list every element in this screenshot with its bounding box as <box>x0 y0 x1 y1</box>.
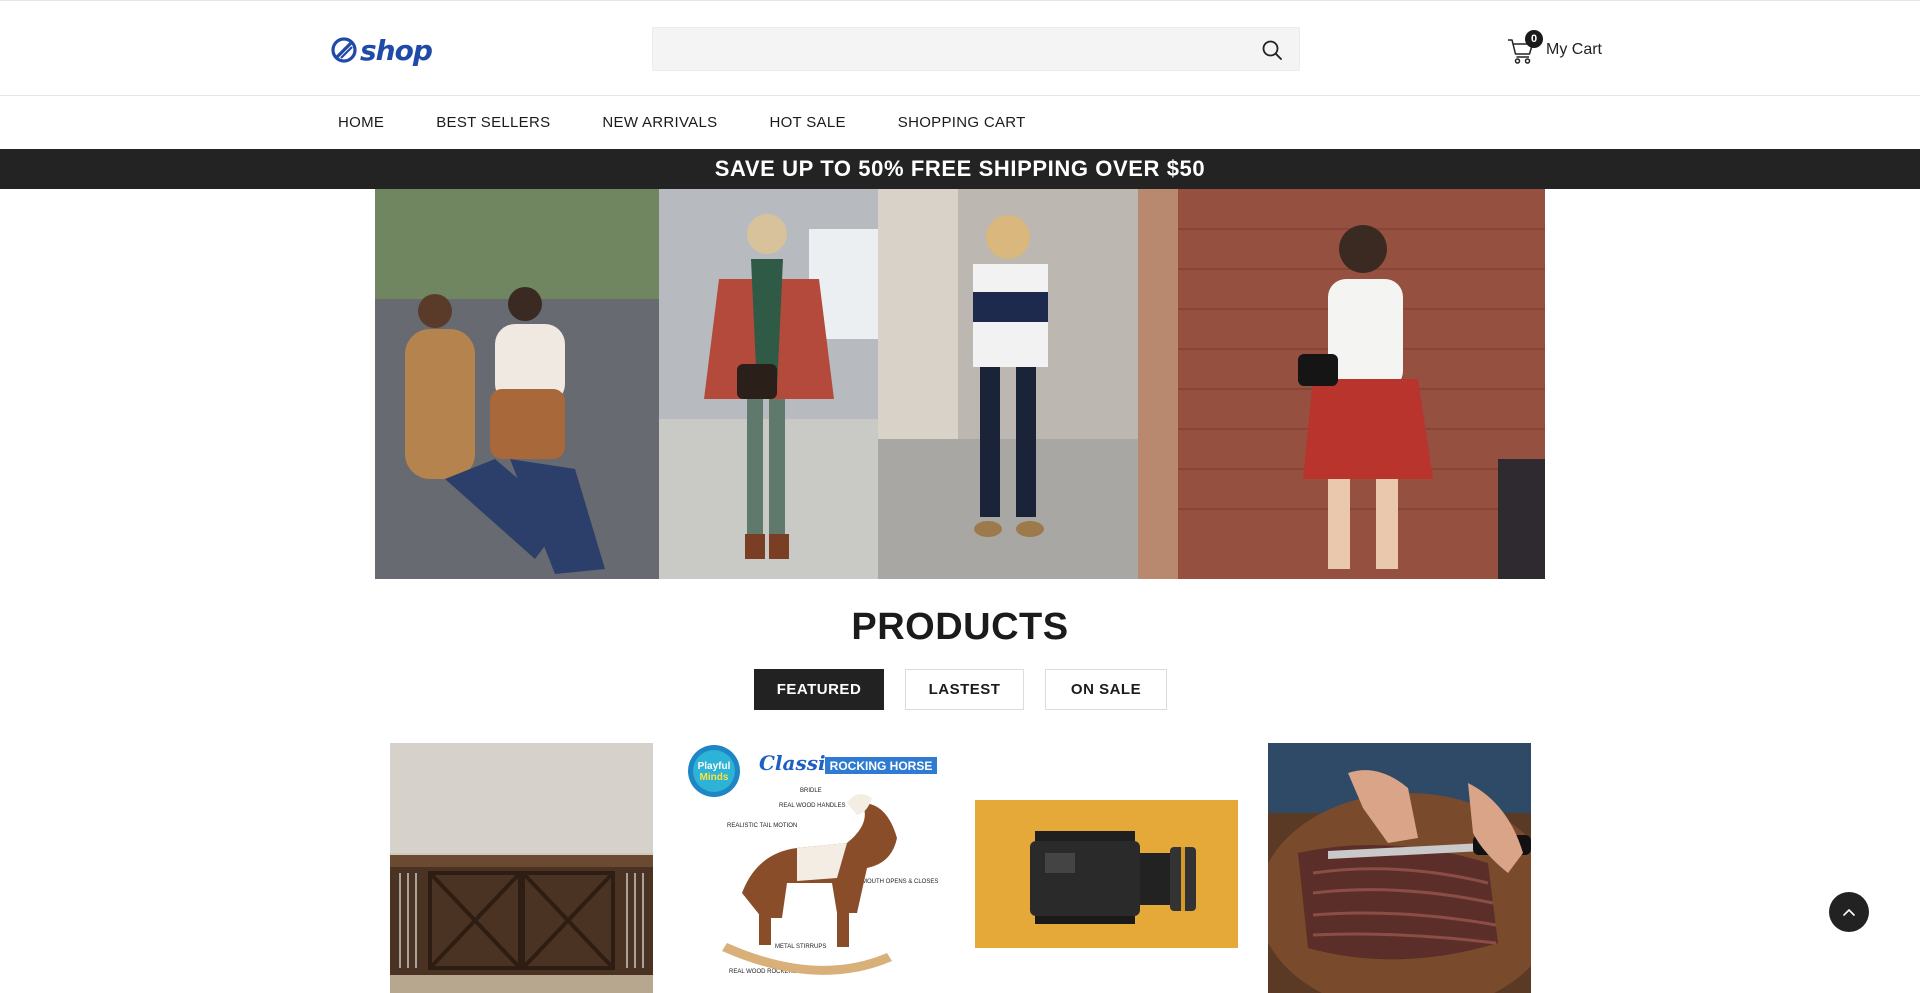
cart-count-badge: 0 <box>1525 30 1543 48</box>
tab-featured[interactable]: FEATURED <box>754 669 884 710</box>
banner-photo-4-art <box>1138 189 1545 579</box>
logo-mark-icon <box>331 37 357 63</box>
scroll-to-top-button[interactable] <box>1829 892 1869 932</box>
callout-mouth: MOUTH OPENS & CLOSES <box>862 879 938 885</box>
callout-tail: REALISTIC TAIL MOTION <box>727 823 797 829</box>
product-image-cinema-camera <box>975 743 1238 993</box>
headline-caps: ROCKING HORSE <box>830 759 933 773</box>
product-card-knife-meat[interactable] <box>1268 743 1531 993</box>
product-card-cabinet[interactable] <box>390 743 653 993</box>
banner-photo-2-art <box>659 189 878 579</box>
callout-handles: REAL WOOD HANDLES <box>779 803 845 809</box>
hero-banner[interactable] <box>375 189 1545 579</box>
search-icon[interactable] <box>1261 39 1283 61</box>
nav-item-hot-sale[interactable]: HOT SALE <box>769 114 845 131</box>
product-image-rocking-horse: Playful Minds Classic ROCKING HORSE BRID… <box>687 743 950 993</box>
products-title: PRODUCTS <box>851 606 1069 648</box>
banner-photo-plaid-poncho <box>659 189 878 579</box>
cart-button[interactable]: 0 My Cart <box>1506 30 1602 67</box>
search-bar <box>652 27 1300 71</box>
product-card-rocking-horse[interactable]: Playful Minds Classic ROCKING HORSE BRID… <box>687 743 950 993</box>
brand-line-2: Minds <box>700 772 729 783</box>
tab-on-sale[interactable]: ON SALE <box>1045 669 1167 710</box>
tab-lastest[interactable]: LASTEST <box>905 669 1024 710</box>
nav-item-best-sellers[interactable]: BEST SELLERS <box>436 114 550 131</box>
banner-photo-brick-wall <box>1138 189 1545 579</box>
nav-item-home[interactable]: HOME <box>338 114 384 131</box>
cart-icon-wrap: 0 <box>1506 30 1543 65</box>
logo-text: shop <box>360 33 433 67</box>
callout-stirrups: METAL STIRRUPS <box>775 944 826 950</box>
banner-photo-striped-tee <box>878 189 1138 579</box>
banner-photo-1-art <box>375 189 659 579</box>
site-logo[interactable]: shop <box>330 33 433 67</box>
promo-text: SAVE UP TO 50% FREE SHIPPING OVER $50 <box>714 156 1206 181</box>
product-image-cabinet <box>390 743 653 993</box>
banner-photo-3-art <box>878 189 1138 579</box>
product-card-cinema-camera[interactable] <box>975 743 1238 993</box>
cart-label: My Cart <box>1546 41 1602 58</box>
search-input[interactable] <box>653 28 1299 70</box>
callout-bridle: BRIDLE <box>800 788 822 794</box>
product-tabs: FEATURED LASTEST ON SALE <box>754 669 1167 711</box>
product-grid: Playful Minds Classic ROCKING HORSE BRID… <box>390 743 1531 993</box>
promo-banner: SAVE UP TO 50% FREE SHIPPING OVER $50 <box>0 149 1920 189</box>
banner-photo-street-duo <box>375 189 659 579</box>
nav-item-new-arrivals[interactable]: NEW ARRIVALS <box>602 114 717 131</box>
main-nav: HOME BEST SELLERS NEW ARRIVALS HOT SALE … <box>0 96 1920 149</box>
nav-item-shopping-cart[interactable]: SHOPPING CART <box>898 114 1026 131</box>
product-image-knife-meat <box>1268 743 1531 993</box>
brand-line-1: Playful <box>698 761 731 772</box>
site-header: shop 0 My Cart <box>0 0 1920 96</box>
chevron-up-icon <box>1843 909 1855 916</box>
